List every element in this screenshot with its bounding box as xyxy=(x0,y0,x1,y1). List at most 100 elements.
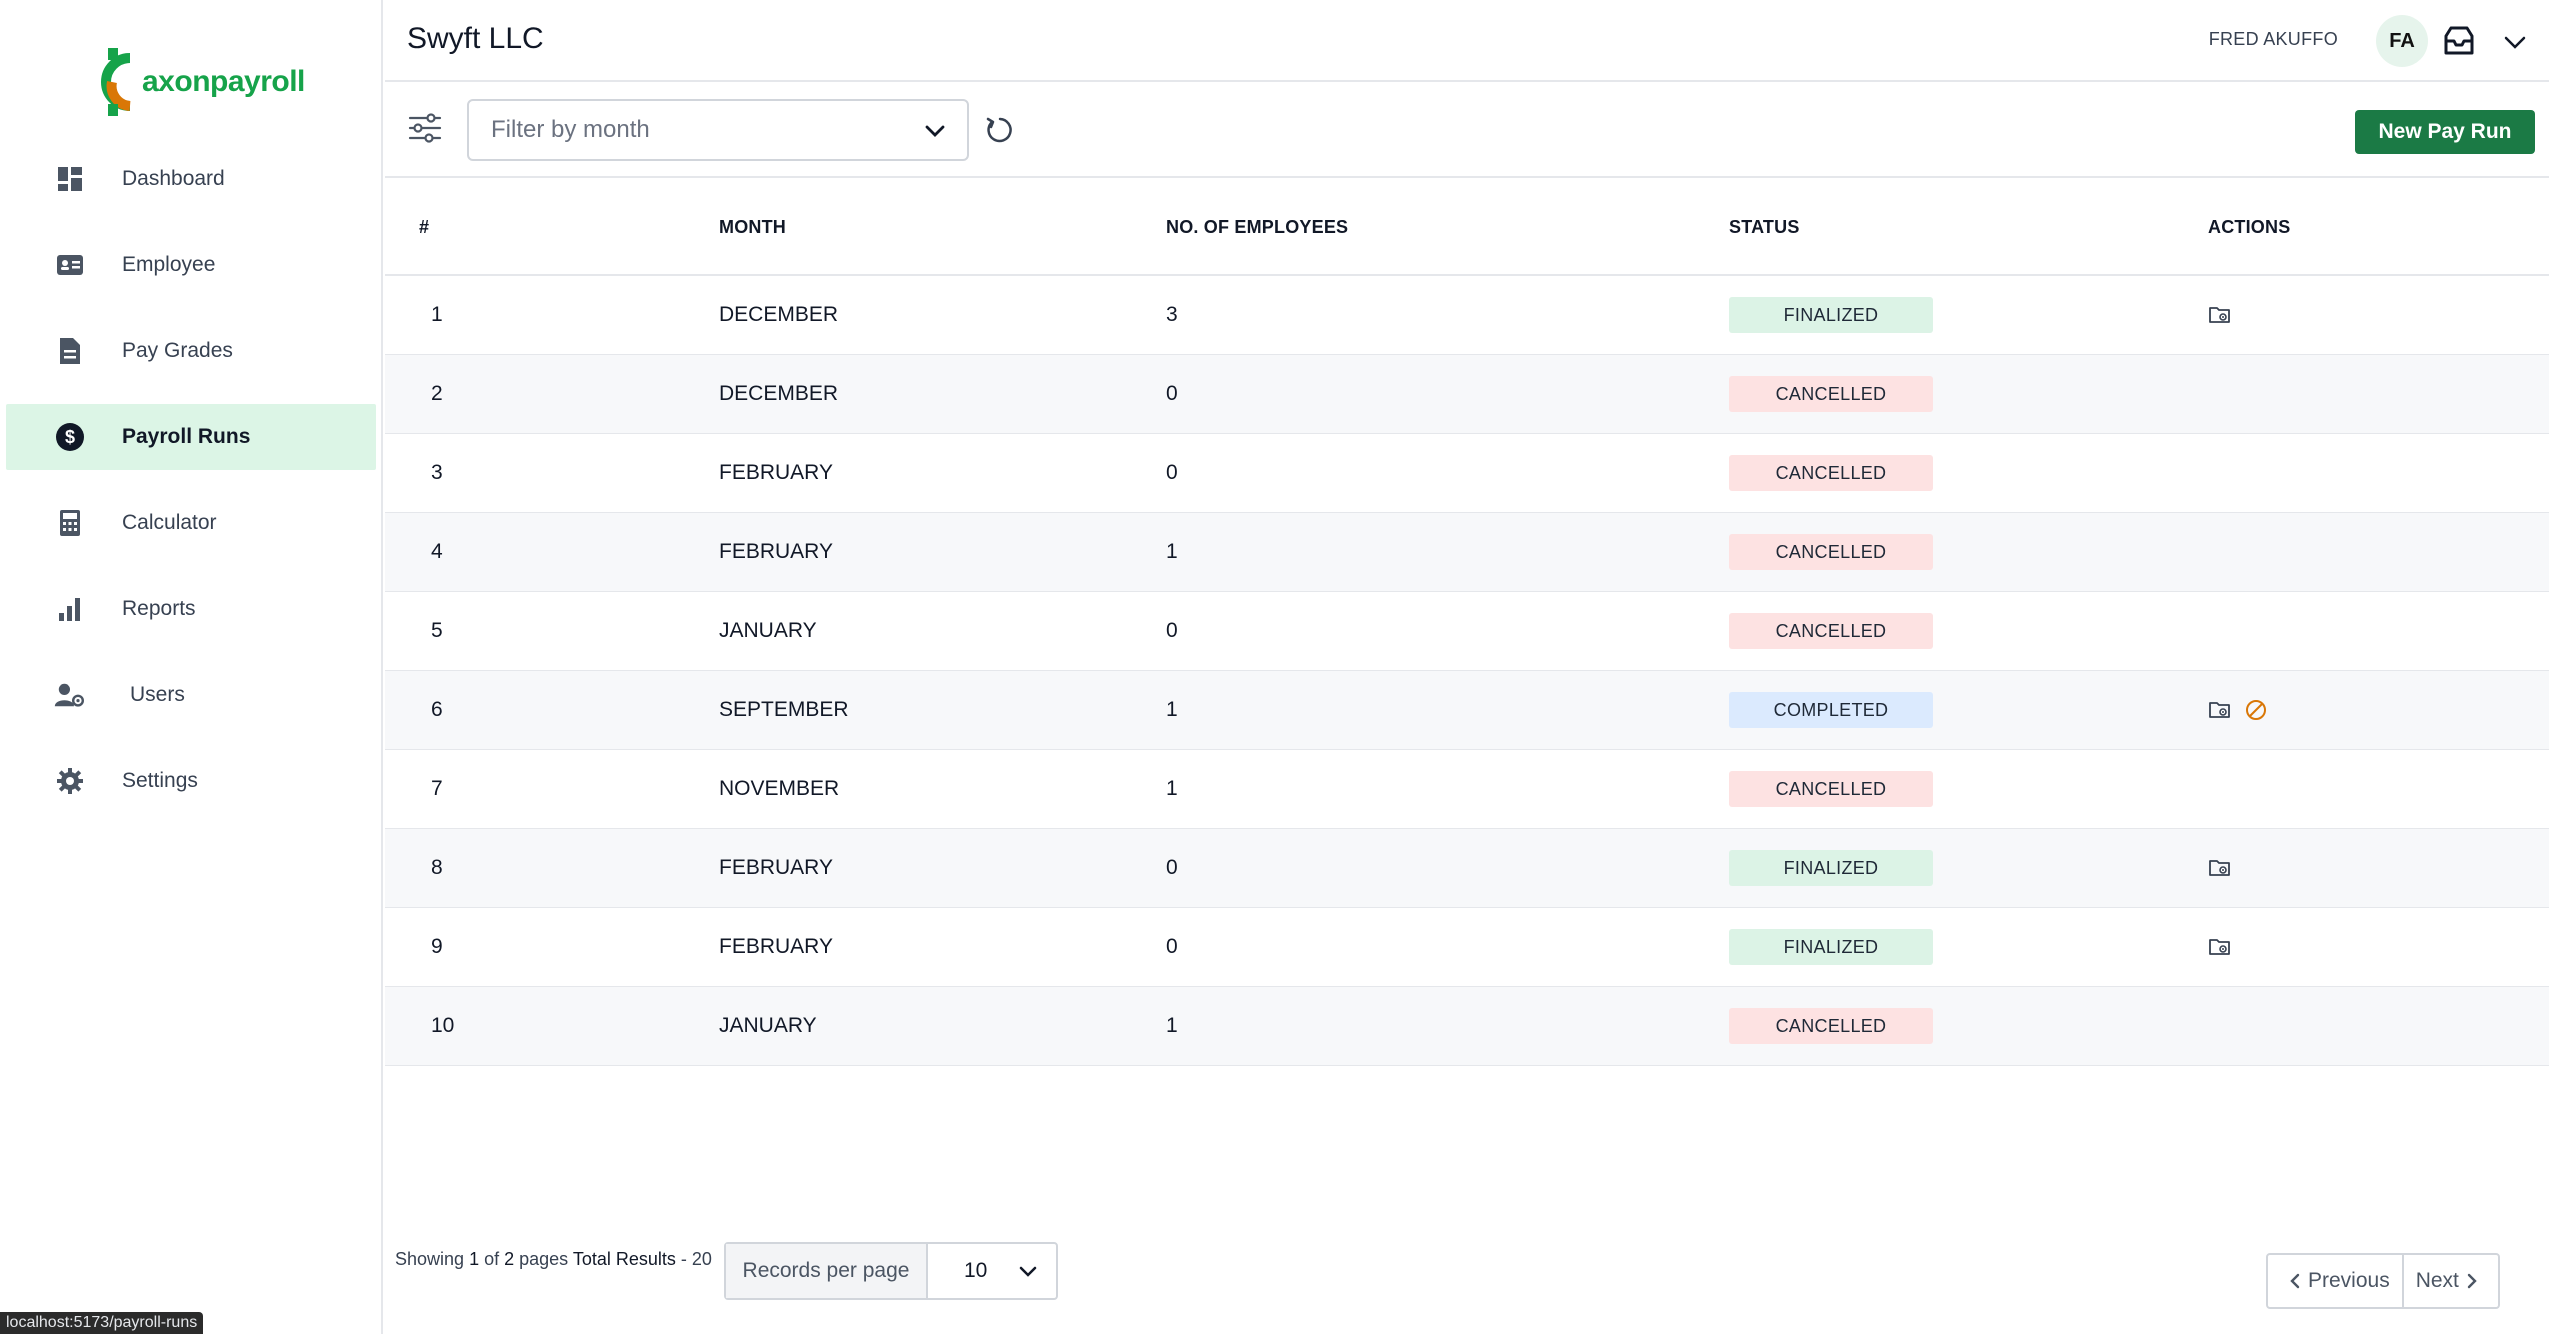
avatar[interactable]: FA xyxy=(2376,15,2428,67)
cell-status: CANCELLED xyxy=(1729,376,2208,412)
table-row[interactable]: 9 FEBRUARY 0 FINALIZED xyxy=(385,908,2549,987)
table-row[interactable]: 1 DECEMBER 3 FINALIZED xyxy=(385,276,2549,355)
cell-month: FEBRUARY xyxy=(719,540,833,563)
cell-month: FEBRUARY xyxy=(719,935,833,958)
sidebar-item-users[interactable]: Users xyxy=(6,662,376,728)
cell-month: JANUARY xyxy=(719,1014,817,1037)
cell-status: CANCELLED xyxy=(1729,534,2208,570)
chevron-down-icon[interactable] xyxy=(2501,28,2529,56)
cell-employees: 3 xyxy=(1166,303,1178,326)
table-row[interactable]: 4 FEBRUARY 1 CANCELLED xyxy=(385,513,2549,592)
column-header-number: # xyxy=(419,216,430,237)
records-per-page-select[interactable]: 10 xyxy=(928,1244,1056,1298)
cell-status: CANCELLED xyxy=(1729,771,2208,807)
cell-month: DECEMBER xyxy=(719,382,839,405)
column-header-employees: NO. OF EMPLOYEES xyxy=(1166,216,1349,237)
dashboard-icon xyxy=(54,163,86,195)
status-badge: CANCELLED xyxy=(1729,376,1933,412)
cell-number: 8 xyxy=(431,856,443,879)
cell-month: DECEMBER xyxy=(719,303,839,326)
cell-month: FEBRUARY xyxy=(719,856,833,879)
status-badge: CANCELLED xyxy=(1729,613,1933,649)
filter-sliders-icon[interactable] xyxy=(407,110,443,146)
sidebar: axonpayroll Dashboard Employee Pay Grade… xyxy=(0,0,383,1334)
sidebar-item-settings[interactable]: Settings xyxy=(6,748,376,814)
status-badge: FINALIZED xyxy=(1729,929,1933,965)
view-payslips-icon[interactable] xyxy=(2208,698,2232,722)
cancel-run-icon[interactable] xyxy=(2244,698,2268,722)
cell-status: FINALIZED xyxy=(1729,929,2208,965)
month-filter-placeholder: Filter by month xyxy=(491,116,650,143)
user-name: FRED AKUFFO xyxy=(2208,29,2338,49)
table-body: 1 DECEMBER 3 FINALIZED 2 DECEMBER 0 CANCELLED 3 F… xyxy=(385,276,2549,1066)
cell-number: 7 xyxy=(431,777,443,800)
total-pages: 2 xyxy=(504,1249,515,1269)
sidebar-nav: Dashboard Employee Pay Grades $ Payroll … xyxy=(6,146,376,834)
id-card-icon xyxy=(54,249,86,281)
cell-actions xyxy=(2208,856,2549,880)
cell-number: 10 xyxy=(431,1014,455,1037)
cell-employees: 0 xyxy=(1166,935,1178,958)
table-row[interactable]: 6 SEPTEMBER 1 COMPLETED xyxy=(385,671,2549,750)
sidebar-item-payroll-runs[interactable]: $ Payroll Runs xyxy=(6,404,376,470)
column-header-status: STATUS xyxy=(1729,216,1800,237)
sidebar-item-label: Pay Grades xyxy=(122,339,233,362)
cell-number: 4 xyxy=(431,540,443,563)
sidebar-item-label: Dashboard xyxy=(122,167,225,190)
cell-employees: 1 xyxy=(1166,698,1178,721)
pages-text: pages xyxy=(514,1249,573,1269)
next-label: Next xyxy=(2415,1269,2459,1292)
month-filter-select[interactable]: Filter by month xyxy=(467,99,969,161)
of-text: of xyxy=(479,1249,505,1269)
sidebar-item-employee[interactable]: Employee xyxy=(6,232,376,298)
current-page: 1 xyxy=(469,1249,480,1269)
top-header: Swyft LLC FRED AKUFFO FA xyxy=(385,0,2549,82)
status-badge: CANCELLED xyxy=(1729,534,1933,570)
sidebar-item-label: Users xyxy=(130,683,185,706)
table-row[interactable]: 5 JANUARY 0 CANCELLED xyxy=(385,592,2549,671)
table-row[interactable]: 2 DECEMBER 0 CANCELLED xyxy=(385,355,2549,434)
cell-status: CANCELLED xyxy=(1729,455,2208,491)
table-row[interactable]: 3 FEBRUARY 0 CANCELLED xyxy=(385,434,2549,513)
cell-number: 2 xyxy=(431,382,443,405)
sidebar-item-calculator[interactable]: Calculator xyxy=(6,490,376,556)
chevron-right-icon xyxy=(2467,1273,2477,1289)
table-row[interactable]: 8 FEBRUARY 0 FINALIZED xyxy=(385,829,2549,908)
cell-month: NOVEMBER xyxy=(719,777,840,800)
cell-number: 9 xyxy=(431,935,443,958)
records-per-page-label: Records per page xyxy=(726,1244,928,1298)
cell-status: FINALIZED xyxy=(1729,297,2208,333)
sidebar-item-reports[interactable]: Reports xyxy=(6,576,376,642)
status-badge: COMPLETED xyxy=(1729,692,1933,728)
next-page-button[interactable]: Next xyxy=(2404,1255,2491,1307)
cell-number: 6 xyxy=(431,698,443,721)
view-payslips-icon[interactable] xyxy=(2208,303,2232,327)
logo[interactable]: axonpayroll xyxy=(90,44,305,120)
gear-icon xyxy=(54,765,86,797)
table-header: # MONTH NO. OF EMPLOYEES STATUS ACTIONS xyxy=(385,180,2549,276)
sidebar-item-dashboard[interactable]: Dashboard xyxy=(6,146,376,212)
cell-number: 5 xyxy=(431,619,443,642)
sidebar-item-label: Settings xyxy=(122,769,198,792)
cell-status: CANCELLED xyxy=(1729,1008,2208,1044)
cell-employees: 0 xyxy=(1166,856,1178,879)
view-payslips-icon[interactable] xyxy=(2208,935,2232,959)
inbox-icon[interactable] xyxy=(2442,24,2476,58)
cell-actions xyxy=(2208,303,2549,327)
cell-status: COMPLETED xyxy=(1729,692,2208,728)
sidebar-item-pay-grades[interactable]: Pay Grades xyxy=(6,318,376,384)
sidebar-item-label: Calculator xyxy=(122,511,217,534)
previous-page-button[interactable]: Previous xyxy=(2268,1255,2404,1307)
view-payslips-icon[interactable] xyxy=(2208,856,2232,880)
records-per-page-value: 10 xyxy=(964,1259,988,1282)
table-row[interactable]: 10 JANUARY 1 CANCELLED xyxy=(385,987,2549,1066)
refresh-icon[interactable] xyxy=(983,113,1017,147)
status-badge: CANCELLED xyxy=(1729,455,1933,491)
new-pay-run-button[interactable]: New Pay Run xyxy=(2355,110,2535,154)
cell-number: 3 xyxy=(431,461,443,484)
cell-employees: 1 xyxy=(1166,540,1178,563)
app-root: axonpayroll Dashboard Employee Pay Grade… xyxy=(0,0,2549,1334)
table-row[interactable]: 7 NOVEMBER 1 CANCELLED xyxy=(385,750,2549,829)
column-header-month: MONTH xyxy=(719,216,786,237)
browser-status-url: localhost:5173/payroll-runs xyxy=(0,1312,204,1334)
